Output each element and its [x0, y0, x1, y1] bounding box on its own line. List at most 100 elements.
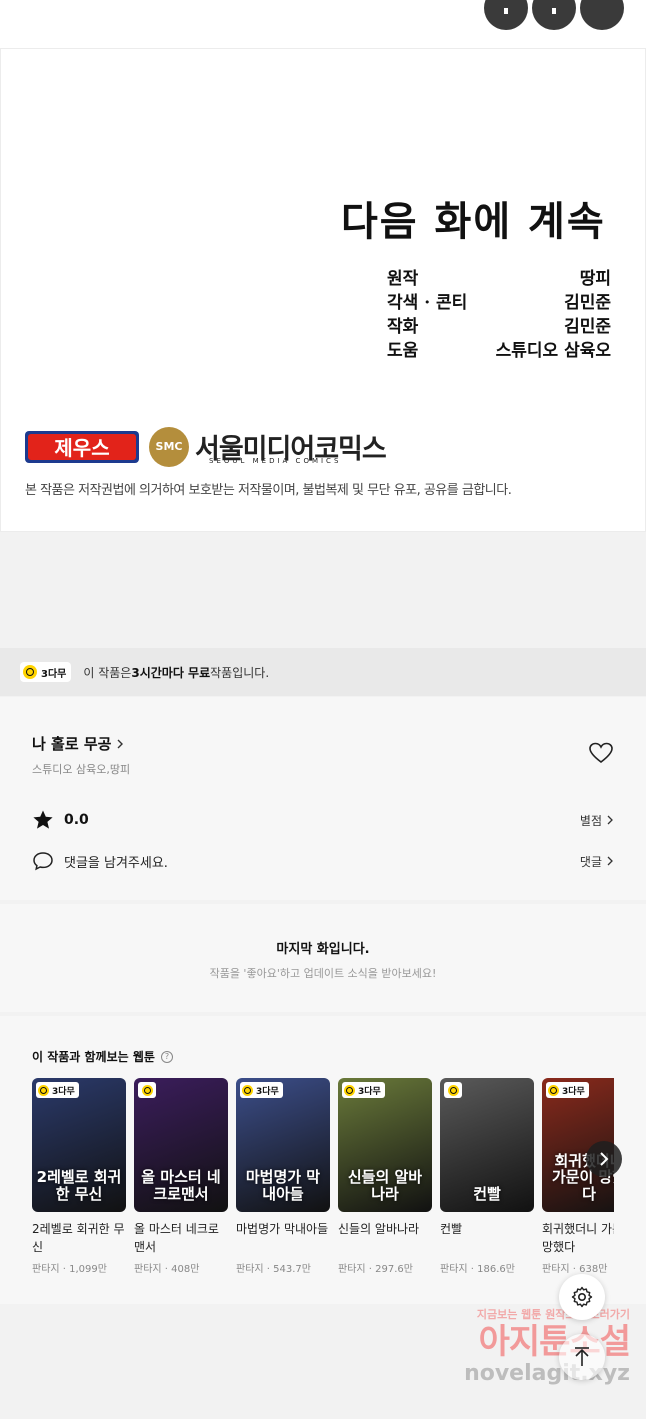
free-badge: 3다무: [342, 1082, 385, 1098]
to-be-continued-text: 다음 화에 계속: [341, 198, 606, 245]
comic-panel-top: [0, 0, 646, 48]
recommendation-cover: 3다무신들의 알바나라: [338, 1078, 432, 1212]
credit-name: 땅피: [579, 269, 611, 289]
free-badge: [138, 1082, 156, 1098]
heart-icon[interactable]: [588, 741, 614, 765]
recommendation-meta: 판타지 · 408만: [134, 1264, 200, 1275]
chevron-right-icon: [600, 1152, 609, 1166]
recommendation-title: 컨빨: [440, 1222, 463, 1236]
comment-placeholder: 댓글을 남겨주세요.: [64, 855, 168, 871]
cover-title-art: 마법명가 막내아들: [245, 1168, 321, 1203]
free-text-bold: 3시간마다 무료: [131, 665, 211, 680]
recommendation-title: 2레벨로 회귀한 무신: [32, 1222, 125, 1254]
recommendation-cover: 3다무마법명가 막내아들: [236, 1078, 330, 1212]
rating-link[interactable]: 별점: [580, 812, 614, 829]
scroll-top-button[interactable]: [559, 1334, 605, 1380]
gear-icon: [571, 1286, 593, 1308]
recommendation-title: 올 마스터 네크로맨서: [134, 1222, 219, 1254]
cover-title-art: 컨빨: [473, 1184, 501, 1203]
clock-icon: [242, 1084, 253, 1096]
rating-link-label: 별점: [579, 813, 602, 828]
credits: 원작 땅피 각색 · 콘티 김민준 작화 김민준 도움 스튜디오 삼육오: [387, 267, 611, 363]
free-text-prefix: 이 작품은: [83, 665, 132, 680]
recommendation-meta: 판타지 · 638만: [542, 1264, 608, 1275]
comment-prompt: 댓글을 남겨주세요.: [32, 851, 168, 871]
zeus-logo: 제우스: [25, 431, 139, 463]
free-badge-label: 3다무: [562, 1086, 585, 1097]
last-episode-title: 마지막 화입니다.: [276, 942, 370, 957]
comic-panel-end: 다음 화에 계속 원작 땅피 각색 · 콘티 김민준 작화 김민준 도움 스튜디…: [0, 48, 646, 532]
recommendation-card[interactable]: 올 마스터 네크로맨서 올 마스터 네크로맨서 판타지 · 408만: [134, 1078, 228, 1275]
recommendation-meta: 판타지 · 1,099만: [32, 1264, 107, 1275]
series-title: 나 홀로 무공: [32, 735, 112, 753]
chevron-right-icon: [607, 815, 613, 825]
recommendation-meta: 판타지 · 186.6만: [440, 1264, 515, 1275]
clock-icon: [447, 1084, 459, 1096]
recommendation-cover: 컨빨: [440, 1078, 534, 1212]
free-badge: [444, 1082, 462, 1098]
recommendation-title: 마법명가 막내아들: [236, 1222, 329, 1236]
credit-name: 김민준: [564, 293, 611, 313]
recommendation-card[interactable]: 컨빨 컨빨 판타지 · 186.6만: [440, 1078, 534, 1275]
comment-bubble-icon: [33, 852, 53, 871]
carousel-next-button[interactable]: [586, 1141, 622, 1177]
star-icon: [33, 810, 53, 829]
credit-role: 도움: [387, 341, 419, 361]
recommendation-meta: 판타지 · 543.7만: [236, 1264, 311, 1275]
series-author: 스튜디오 삼육오,땅피: [32, 763, 131, 776]
chevron-right-icon: [607, 856, 613, 866]
clock-icon: [344, 1084, 355, 1096]
recommendation-meta: 판타지 · 297.6만: [338, 1264, 413, 1275]
free-badge-label: 3다무: [358, 1086, 381, 1097]
recommendation-card[interactable]: 3다무 신들의 알바나라 신들의 알바나라 판타지 · 297.6만: [338, 1078, 432, 1275]
rating-value: 0.0: [64, 812, 89, 828]
copyright-notice: 본 작품은 저작권법에 의거하여 보호받는 저작물이며, 불법복제 및 무단 유…: [25, 483, 512, 498]
recommendation-title: 신들의 알바나라: [338, 1222, 420, 1236]
free-badge: 3다무: [36, 1082, 79, 1098]
help-icon[interactable]: ?: [160, 1050, 173, 1063]
recommendation-title: 회귀했더니 가문이 망했다: [542, 1222, 614, 1254]
credit-row: 원작 땅피: [387, 267, 611, 291]
clock-icon: [23, 665, 37, 679]
series-title-link[interactable]: 나 홀로 무공: [32, 733, 125, 754]
clock-icon: [38, 1084, 49, 1096]
comment-link-label: 댓글: [579, 854, 602, 869]
smc-logo: SMC 서울미디어코믹스 SEOUL MEDIA COMICS: [149, 427, 389, 469]
last-episode-notice: 마지막 화입니다. 작품을 '좋아요'하고 업데이트 소식을 받아보세요!: [0, 904, 646, 1012]
recommendations-title: 이 작품과 함께보는 웹툰 ?: [32, 1048, 173, 1065]
rating: 0.0: [32, 809, 89, 831]
credit-role: 원작: [387, 269, 419, 289]
cover-title-art: 2레벨로 회귀한 무신: [36, 1168, 122, 1203]
free-badge-label: 3다무: [256, 1086, 279, 1097]
free-badge-label: 3다무: [52, 1086, 75, 1097]
smc-logo-mark: SMC: [149, 427, 189, 467]
comic-art-fragment: [484, 0, 624, 30]
free-banner: 3다무 이 작품은 3시간마다 무료 작품입니다.: [0, 648, 646, 696]
comment-row[interactable]: 댓글을 남겨주세요. 댓글: [32, 851, 614, 871]
settings-button[interactable]: [559, 1274, 605, 1320]
free-badge: 3다무: [546, 1082, 589, 1098]
rating-row: 0.0 별점: [32, 809, 614, 831]
recommendation-carousel: 3다무 2레벨로 회귀한 무신 2레벨로 회귀한 무신판타지 · 1,099만 올 마…: [32, 1078, 614, 1288]
recommendations-title-text: 이 작품과 함께보는 웹툰: [32, 1050, 155, 1064]
credit-row: 작화 김민준: [387, 315, 611, 339]
zeus-logo-text: 제우스: [54, 436, 109, 460]
credit-name: 스튜디오 삼육오: [495, 341, 611, 361]
credit-role: 각색 · 콘티: [387, 293, 468, 313]
free-badge: 3다무: [240, 1082, 283, 1098]
chevron-right-icon: [117, 739, 124, 748]
free-text-suffix: 작품입니다.: [210, 665, 270, 680]
cover-title-art: 신들의 알바나라: [347, 1168, 423, 1203]
recommendation-card[interactable]: 3다무 2레벨로 회귀한 무신 2레벨로 회귀한 무신판타지 · 1,099만: [32, 1078, 126, 1275]
series-info: 나 홀로 무공 스튜디오 삼육오,땅피 0.0 별점 댓글을 남겨주세요. 댓글: [0, 697, 646, 900]
comment-link[interactable]: 댓글: [580, 853, 614, 870]
credit-row: 각색 · 콘티 김민준: [387, 291, 611, 315]
recommendation-card[interactable]: 3다무 마법명가 막내아들 마법명가 막내아들 판타지 · 543.7만: [236, 1078, 330, 1275]
clock-icon: [548, 1084, 559, 1096]
recommendation-cover: 3다무 2레벨로 회귀한 무신: [32, 1078, 126, 1212]
free-badge-label: 3다무: [41, 668, 67, 680]
arrow-up-icon: [575, 1347, 589, 1366]
viewer-page: 다음 화에 계속 원작 땅피 각색 · 콘티 김민준 작화 김민준 도움 스튜디…: [0, 0, 646, 1419]
recommendation-cover: 올 마스터 네크로맨서: [134, 1078, 228, 1212]
last-episode-subtitle: 작품을 '좋아요'하고 업데이트 소식을 받아보세요!: [209, 967, 437, 980]
